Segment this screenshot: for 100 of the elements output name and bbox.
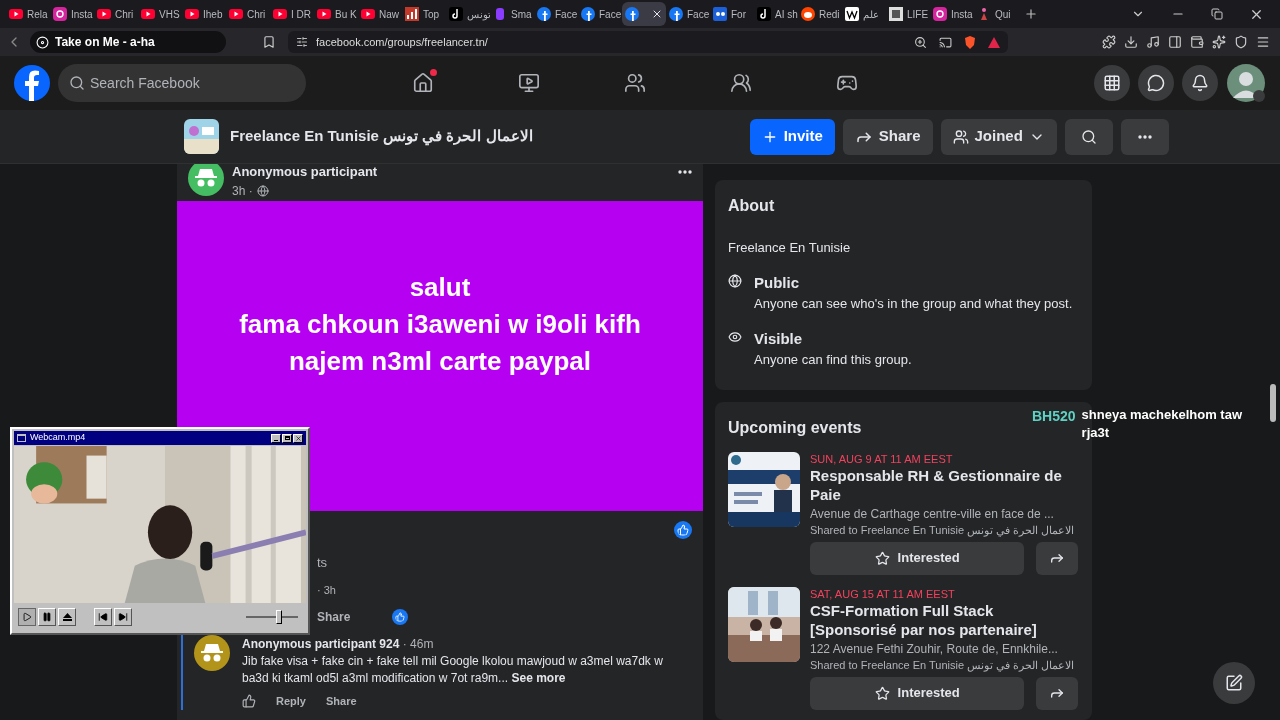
search-icon	[1080, 128, 1097, 145]
next-button[interactable]	[114, 608, 132, 626]
comment-author[interactable]: Anonymous participant 924	[242, 637, 400, 651]
play-logo-icon	[97, 7, 111, 21]
browser-tab[interactable]: Insta	[50, 2, 94, 26]
address-field[interactable]: facebook.com/groups/freelancer.tn/	[288, 31, 1008, 53]
interested-button[interactable]: Interested	[810, 541, 1025, 575]
new-tab-icon[interactable]	[1024, 7, 1038, 21]
slider-thumb[interactable]	[275, 610, 282, 624]
share-link[interactable]: Share	[317, 608, 351, 626]
joined-button[interactable]: Joined	[940, 118, 1057, 155]
site-settings-icon[interactable]	[296, 36, 308, 48]
like-reaction-icon	[674, 521, 692, 539]
browser-tab[interactable]: LIFE	[886, 2, 930, 26]
browser-tab[interactable]: For	[710, 2, 754, 26]
browser-tab[interactable]: علم	[842, 2, 886, 26]
eject-button[interactable]	[58, 608, 76, 626]
extensions-icon[interactable]	[1102, 35, 1116, 49]
comment-action[interactable]: Reply	[276, 693, 306, 710]
menu-button[interactable]	[1094, 65, 1130, 101]
bookmark-icon[interactable]	[262, 35, 276, 49]
bell-icon	[1191, 74, 1209, 92]
browser-tab[interactable]: Bu K	[314, 2, 358, 26]
close-icon[interactable]	[651, 8, 663, 20]
browser-tab[interactable]: I DR	[270, 2, 314, 26]
pause-button[interactable]	[38, 608, 56, 626]
media-pill[interactable]: Take on Me - a-ha	[30, 31, 226, 53]
browser-tab[interactable]: Insta	[930, 2, 974, 26]
browser-tab[interactable]: VHS	[138, 2, 182, 26]
search-field[interactable]: Search Facebook	[58, 64, 306, 102]
like-icon[interactable]	[242, 694, 256, 709]
browser-tab[interactable]: Sma	[490, 2, 534, 26]
previous-button[interactable]	[94, 608, 112, 626]
invite-button[interactable]: Invite	[749, 118, 835, 155]
download-icon[interactable]	[1124, 35, 1138, 49]
next-icon	[118, 612, 128, 622]
browser-tab[interactable]: Iheb	[182, 2, 226, 26]
event-location: 122 Avenue Fethi Zouhir, Route de, Ennkhile...	[810, 640, 1059, 658]
see-more-link[interactable]: See more	[511, 671, 566, 685]
event-date: SAT, AUG 15 AT 11 AM EEST	[810, 586, 956, 601]
people-icon[interactable]	[624, 72, 646, 94]
maximize-button[interactable]	[282, 433, 292, 443]
close-button[interactable]	[293, 433, 303, 443]
browser-tab[interactable]: Qui	[974, 2, 1018, 26]
privacy-description: Anyone can find this group.	[754, 351, 912, 369]
comment-action[interactable]: Share	[325, 693, 357, 710]
facebook-logo-icon[interactable]	[14, 65, 50, 101]
more-icon[interactable]	[1137, 134, 1152, 139]
browser-tab[interactable]: تونس	[446, 2, 490, 26]
zoom-icon[interactable]	[914, 35, 927, 49]
sparkle-icon[interactable]	[1212, 35, 1226, 49]
comment-text: Jib fake visa + fake cin + fake tell mil Google lkolou mawjoud w a3mel wa7dk w ba3d ki tkaml od5l a3ml modification w 7ot ra9m... See more	[242, 653, 664, 687]
wallet-icon[interactable]	[1190, 35, 1204, 49]
notifications-button[interactable]	[1182, 65, 1218, 101]
cast-icon[interactable]	[939, 35, 952, 49]
browser-tab[interactable]: Face	[578, 2, 622, 26]
events-title: Upcoming events	[728, 417, 862, 438]
browser-tab[interactable]: Chri	[226, 2, 270, 26]
video-icon[interactable]	[518, 72, 540, 94]
share-button[interactable]: Share	[842, 118, 933, 155]
shield-icon[interactable]	[1234, 35, 1248, 49]
search-button[interactable]	[1064, 118, 1113, 155]
menu-icon[interactable]	[1256, 35, 1270, 49]
minimize-button[interactable]	[271, 433, 281, 443]
groups-icon[interactable]	[730, 72, 752, 94]
browser-tab[interactable]: Face	[666, 2, 710, 26]
more-icon[interactable]	[678, 170, 692, 174]
play-logo-icon	[185, 7, 199, 21]
profile-avatar[interactable]	[1226, 63, 1266, 103]
browser-tab[interactable]: AI sh	[754, 2, 798, 26]
sidebar-icon[interactable]	[1168, 35, 1182, 49]
camera-logo-icon	[933, 7, 947, 21]
volume-slider[interactable]	[246, 610, 298, 624]
privacy-description: Anyone can see who's in the group and what they post.	[754, 295, 1073, 313]
browser-tab[interactable]: Chri	[94, 2, 138, 26]
browser-tab[interactable]: Top	[402, 2, 446, 26]
grid-icon	[1103, 74, 1121, 92]
play-logo-icon	[273, 7, 287, 21]
browser-tab[interactable]: Rela	[6, 2, 50, 26]
scrollbar-thumb[interactable]	[1270, 384, 1276, 422]
music-icon[interactable]	[1146, 35, 1160, 49]
interested-button[interactable]: Interested	[810, 676, 1025, 710]
messenger-button[interactable]	[1138, 65, 1174, 101]
play-button[interactable]	[18, 608, 36, 626]
share-button[interactable]	[1036, 676, 1078, 710]
play-icon	[22, 612, 32, 622]
share-button[interactable]	[1036, 541, 1078, 575]
new-message-button[interactable]	[1213, 662, 1255, 704]
post-author[interactable]: Anonymous participant	[232, 164, 378, 182]
browser-tab[interactable]	[622, 2, 666, 26]
home-icon[interactable]	[412, 72, 434, 94]
facebook-logo-icon	[537, 7, 551, 21]
triangle-icon[interactable]	[988, 36, 1000, 48]
browser-tab[interactable]: Naw	[358, 2, 402, 26]
event-title[interactable]: CSF-Formation Full Stack [Sponsorisé par nos partenaire]	[810, 600, 1078, 639]
image-icon	[889, 7, 903, 21]
event-title[interactable]: Responsable RH & Gestionnaire de Paie	[810, 465, 1078, 504]
browser-tab[interactable]: Redi	[798, 2, 842, 26]
restore-icon[interactable]	[1211, 8, 1223, 20]
browser-tab[interactable]: Face	[534, 2, 578, 26]
